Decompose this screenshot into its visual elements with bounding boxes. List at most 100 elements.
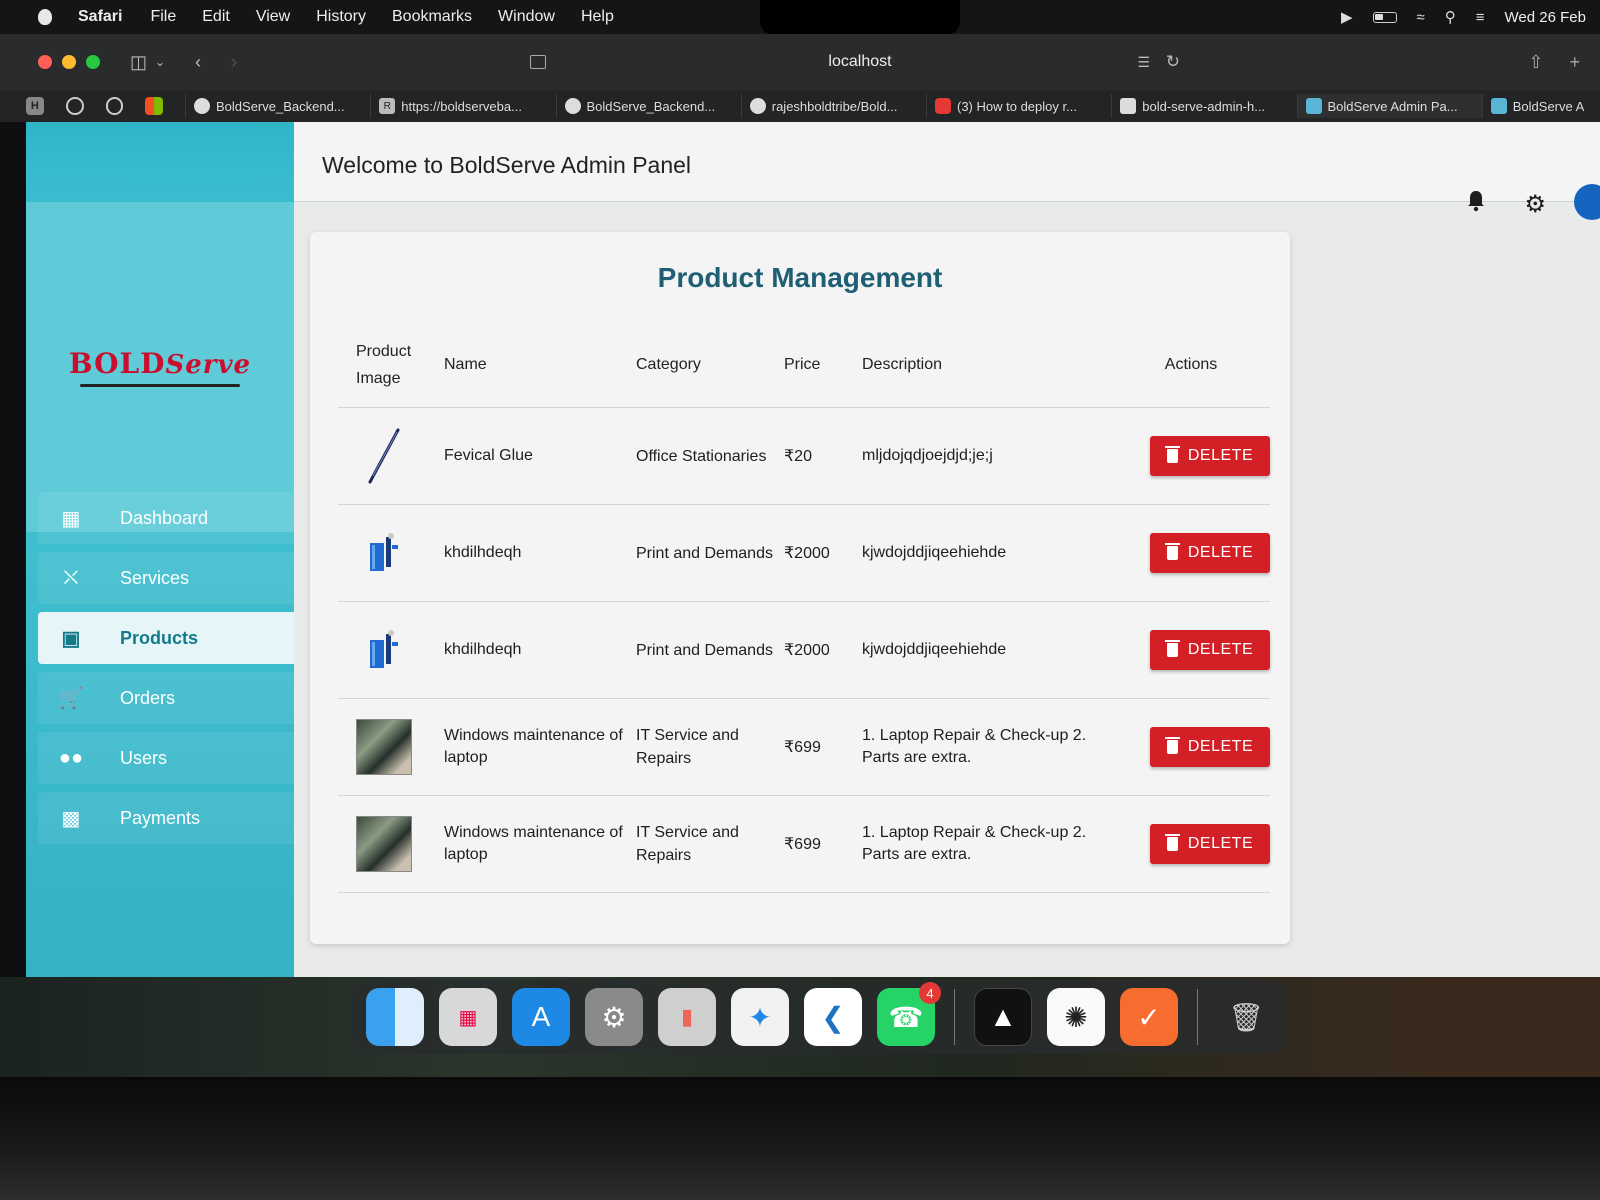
whatsapp-icon[interactable]: ☎ 4: [877, 982, 941, 1046]
control-center-icon[interactable]: ≡: [1476, 9, 1485, 26]
sidebar-item-payments[interactable]: ▩ Payments: [38, 792, 294, 844]
close-window-button[interactable]: [38, 55, 52, 69]
printer-image: [356, 525, 412, 581]
delete-button[interactable]: DELETE: [1150, 824, 1270, 864]
product-name: Windows maintenance of laptop: [444, 824, 623, 863]
delete-label: DELETE: [1187, 447, 1254, 464]
tab-favicon: [1305, 98, 1322, 114]
avatar[interactable]: [1574, 184, 1600, 220]
wifi-icon[interactable]: ≈: [1417, 9, 1425, 26]
chatgpt-icon[interactable]: ✺: [1047, 988, 1105, 1046]
table-header: Product Image Name Category Price Descrip…: [338, 322, 1270, 408]
menu-file[interactable]: File: [150, 8, 176, 26]
brand-logo[interactable]: BOLDServe: [69, 347, 251, 380]
table-row: Windows maintenance of laptop IT Service…: [338, 699, 1270, 796]
menu-app-name[interactable]: Safari: [78, 8, 122, 26]
tab-4[interactable]: rajeshboldtribe/Bold...: [740, 94, 926, 118]
sidebar-item-label: Orders: [120, 687, 176, 708]
share-icon[interactable]: ⇧: [1528, 52, 1543, 73]
card-title: Product Management: [657, 262, 943, 293]
laptop-repair-photo: [356, 816, 412, 872]
sidebar-item-orders[interactable]: 🛒 Orders: [38, 672, 294, 724]
menu-edit[interactable]: Edit: [202, 8, 230, 26]
zoom-window-button[interactable]: [86, 55, 100, 69]
tab-3[interactable]: BoldServe_Backend...: [555, 94, 741, 118]
tab-label: BoldServe_Backend...: [216, 98, 345, 114]
minimize-window-button[interactable]: [62, 55, 76, 69]
menu-bookmarks[interactable]: Bookmarks: [392, 8, 472, 26]
delete-button[interactable]: DELETE: [1150, 533, 1270, 573]
sidebar-item-label: Users: [120, 747, 168, 768]
sidebar-toggle-icon[interactable]: ◫: [130, 52, 147, 73]
column-header-image: Product Image: [338, 338, 444, 392]
trash-can-icon[interactable]: 🗑: [1217, 988, 1275, 1046]
page-title: Welcome to BoldServe Admin Panel: [322, 152, 692, 178]
bell-icon[interactable]: [1466, 190, 1486, 212]
menu-help[interactable]: Help: [581, 8, 614, 26]
tab-1[interactable]: BoldServe_Backend...: [185, 94, 370, 118]
postman-icon[interactable]: ✓: [1120, 988, 1178, 1046]
sidebar-item-services[interactable]: ⛌ Services: [38, 552, 294, 604]
battery-icon[interactable]: [1372, 11, 1397, 23]
finder-icon[interactable]: [366, 988, 424, 1046]
product-image-cell: [338, 622, 444, 678]
forward-icon[interactable]: ›: [231, 52, 237, 73]
play-icon[interactable]: ▶: [1341, 8, 1353, 26]
sidebar-item-users[interactable]: ●● Users: [38, 732, 294, 784]
table-row: khdilhdeqh Print and Demands ₹2000 kjwdo…: [338, 505, 1270, 602]
tab-5[interactable]: (3) How to deploy r...: [926, 94, 1111, 118]
delete-button[interactable]: DELETE: [1150, 727, 1270, 767]
pinned-tab-h[interactable]: H: [26, 97, 44, 115]
tab-8[interactable]: BoldServe A: [1481, 94, 1600, 118]
new-tab-icon[interactable]: +: [1569, 52, 1580, 73]
menubar-clock[interactable]: Wed 26 Feb: [1505, 9, 1586, 26]
column-header-actions: Actions: [1164, 355, 1218, 373]
dock-separator: [1197, 989, 1198, 1045]
tab-label: bold-serve-admin-h...: [1142, 98, 1266, 114]
table-row: Fevical Glue Office Stationaries ₹20 mlj…: [338, 408, 1270, 505]
translate-icon[interactable]: ☰: [1137, 54, 1150, 71]
pinned-tab-icon-2[interactable]: [105, 97, 124, 115]
product-description: 1. Laptop Repair & Check-up 2. Parts are…: [862, 824, 1087, 863]
delete-button[interactable]: DELETE: [1150, 630, 1270, 670]
delete-label: DELETE: [1187, 544, 1254, 561]
product-price: ₹2000: [784, 642, 830, 659]
settings-gear-icon[interactable]: ⚙: [1524, 190, 1546, 219]
tab-7-active[interactable]: BoldServe Admin Pa...: [1296, 94, 1482, 118]
reload-icon[interactable]: ↻: [1166, 52, 1180, 72]
apple-icon[interactable]: [38, 9, 52, 25]
tab-6[interactable]: bold-serve-admin-h...: [1111, 94, 1296, 118]
system-settings-icon[interactable]: ⚙: [585, 988, 643, 1046]
logo-area: BOLDServe: [26, 202, 294, 532]
cursor-app-icon[interactable]: ▲: [974, 988, 1032, 1046]
back-icon[interactable]: ‹: [195, 52, 201, 73]
menu-window[interactable]: Window: [498, 8, 555, 26]
chevron-down-icon[interactable]: ⌄: [155, 55, 165, 69]
tab-2[interactable]: Rhttps://boldserveba...: [370, 94, 555, 118]
safari-icon[interactable]: ✦: [731, 988, 789, 1046]
sidebar-item-products[interactable]: ▣ Products: [38, 612, 294, 664]
column-header-image-line2: Image: [356, 369, 401, 387]
vscode-icon[interactable]: ❮: [804, 988, 862, 1046]
product-price: ₹699: [784, 739, 821, 756]
menu-bar: Safari File Edit View History Bookmarks …: [0, 0, 1600, 34]
address-bar[interactable]: localhost ☰ ↻: [520, 44, 1200, 80]
url-text[interactable]: localhost: [828, 53, 891, 71]
column-header-price: Price: [784, 355, 821, 373]
laptop-repair-photo: [356, 719, 412, 775]
delete-button[interactable]: DELETE: [1150, 436, 1270, 476]
dashboard-icon: ▦: [61, 507, 81, 530]
app-store-icon[interactable]: A: [512, 988, 570, 1046]
pinned-tab-icon-1[interactable]: [65, 97, 84, 115]
menu-history[interactable]: History: [316, 8, 366, 26]
delete-label: DELETE: [1187, 738, 1254, 755]
sidebar-item-dashboard[interactable]: ▦ Dashboard: [38, 492, 294, 544]
tab-label: rajeshboldtribe/Bold...: [771, 98, 898, 114]
sidebar-item-label: Products: [120, 627, 199, 648]
launchpad-icon[interactable]: ▦: [439, 988, 497, 1046]
iphone-mirroring-icon[interactable]: ▮: [658, 988, 716, 1046]
menu-view[interactable]: View: [256, 8, 290, 26]
pinned-tab-microsoft[interactable]: [145, 97, 163, 115]
page-menu-icon[interactable]: [530, 55, 546, 69]
spotlight-search-icon[interactable]: ⚲: [1445, 8, 1456, 26]
